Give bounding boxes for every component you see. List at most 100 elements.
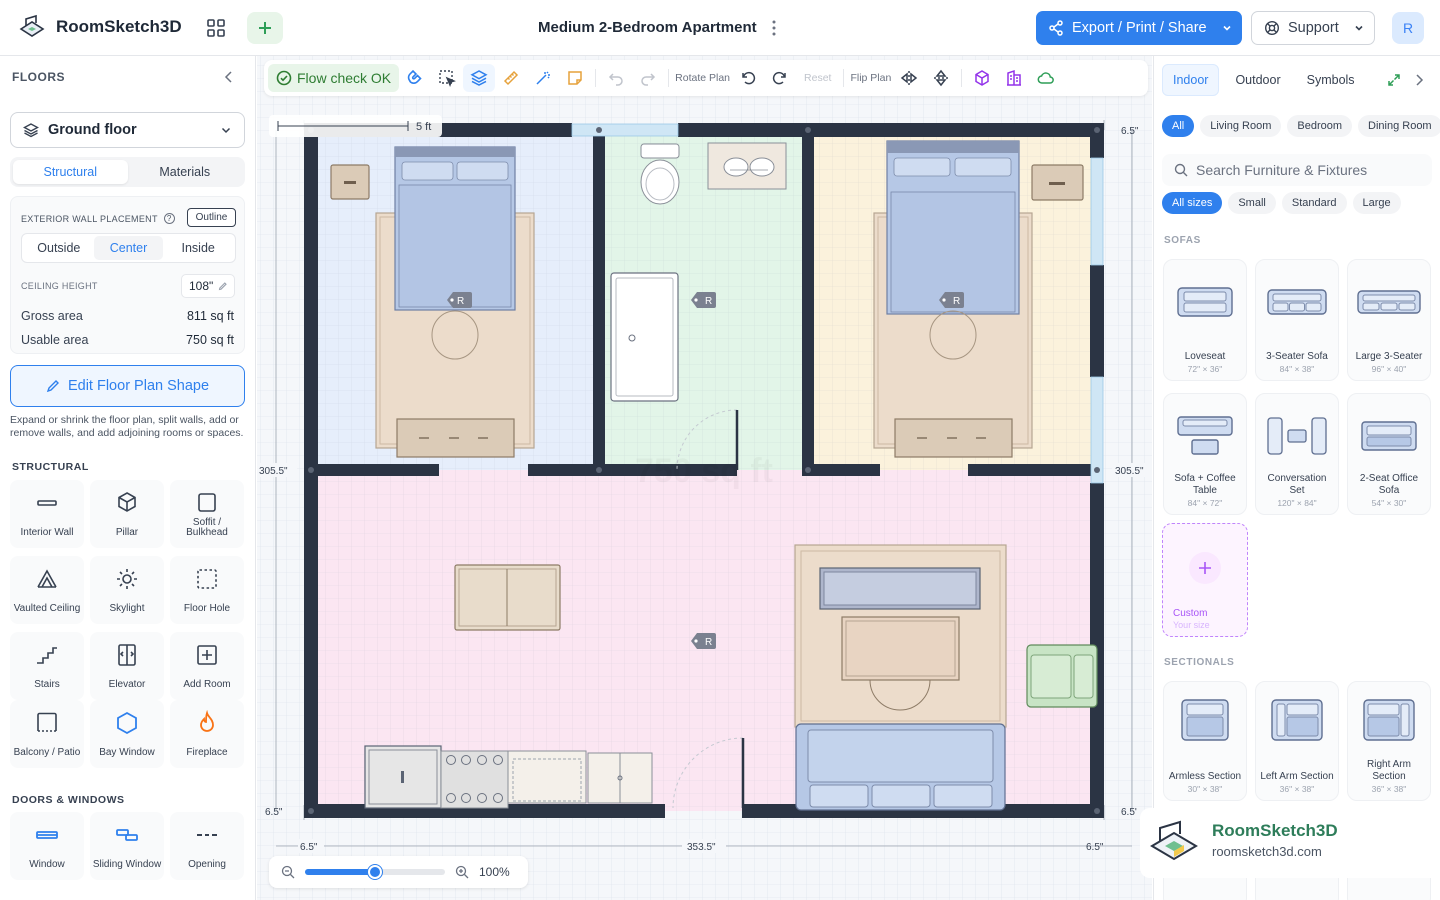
plan-title[interactable]: Medium 2-Bedroom Apartment (538, 19, 757, 36)
furniture-card[interactable]: Large 3-Seater 96" × 40" (1347, 259, 1431, 381)
magnet-snap-button[interactable] (399, 64, 431, 92)
chevron-left-icon[interactable] (222, 70, 236, 84)
furniture-card[interactable]: 3-Seater Sofa 84" × 38" (1255, 259, 1339, 381)
zoom-slider-handle[interactable] (368, 865, 382, 879)
new-plan-button[interactable] (247, 12, 283, 44)
furniture-search[interactable]: Search Furniture & Fixtures (1162, 154, 1432, 186)
tool-label: Sliding Window (92, 859, 162, 870)
tool-window[interactable]: Window (10, 812, 84, 880)
structural-heading: STRUCTURAL (12, 461, 89, 473)
building-button[interactable] (998, 64, 1030, 92)
kitchen-counter[interactable] (364, 745, 653, 809)
layers-button[interactable] (463, 64, 496, 92)
tab-materials[interactable]: Materials (128, 160, 243, 184)
chip-small[interactable]: Small (1228, 192, 1276, 214)
chip-dining-room[interactable]: Dining Room (1358, 115, 1440, 137)
support-button[interactable]: Support (1251, 11, 1375, 45)
tab-structural[interactable]: Structural (13, 160, 128, 184)
soffit-icon (198, 493, 216, 512)
dining-table[interactable] (454, 564, 561, 631)
chip-large[interactable]: Large (1352, 192, 1401, 214)
floor-plan-canvas[interactable]: 750 sq ft R R R R 5 ft 6.5" 305.5" 305.5… (257, 56, 1152, 900)
tool-fireplace[interactable]: Fireplace (170, 700, 244, 768)
green-chair[interactable] (1026, 644, 1098, 708)
ceiling-height-input[interactable]: 108" (181, 274, 235, 298)
plan-toolbar: Flow check OK Rotate Plan Reset Flip Pla… (264, 60, 1148, 96)
lifebuoy-icon (1264, 20, 1280, 36)
tool-floor-hole[interactable]: Floor Hole (170, 556, 244, 624)
tool-opening[interactable]: Opening (170, 812, 244, 880)
tool-stairs[interactable]: Stairs (10, 632, 84, 700)
dashboard-grid-icon[interactable] (206, 18, 226, 38)
flip-plan-label: Flip Plan (850, 72, 892, 84)
custom-size-card[interactable]: Custom Your size (1162, 523, 1248, 637)
chip-living-room[interactable]: Living Room (1200, 115, 1282, 137)
user-avatar[interactable]: R (1392, 12, 1424, 44)
furniture-card[interactable]: Conversation Set 120" × 84" (1255, 393, 1339, 515)
magic-wand-button[interactable] (527, 64, 559, 92)
furniture-card[interactable]: Left Arm Section 36" × 38" (1255, 681, 1339, 801)
chip-all[interactable]: All (1162, 115, 1195, 137)
redo-button[interactable] (632, 64, 664, 92)
support-label: Support (1288, 20, 1339, 36)
dim-left-bottom: 6.5" (265, 807, 283, 818)
tool-add-room[interactable]: Add Room (170, 632, 244, 700)
view-3d-button[interactable] (966, 64, 998, 92)
living-rug-set[interactable] (794, 544, 1007, 728)
toilet[interactable] (640, 143, 680, 205)
outline-button[interactable]: Outline (187, 208, 236, 227)
reset-button[interactable]: Reset (796, 72, 839, 84)
chip-standard[interactable]: Standard (1281, 192, 1347, 214)
furniture-card[interactable]: Loveseat 72" × 36" (1163, 259, 1247, 381)
floor-plan-drawing[interactable]: 750 sq ft R R R R 5 ft 6.5" 305.5" 305.5… (257, 56, 1152, 900)
tab-symbols[interactable]: Symbols (1297, 64, 1365, 96)
tool-bay-window[interactable]: Bay Window (90, 700, 164, 768)
edit-floor-shape-button[interactable]: Edit Floor Plan Shape (10, 365, 245, 407)
rotate-left-button[interactable] (732, 64, 764, 92)
floor-selector[interactable]: Ground floor (10, 112, 245, 148)
tab-outdoor[interactable]: Outdoor (1225, 64, 1290, 96)
furniture-card[interactable]: Armless Section 30" × 38" (1163, 681, 1247, 801)
flip-vertical-button[interactable] (925, 64, 957, 92)
select-area-button[interactable] (431, 64, 463, 92)
dim-left-mid: 305.5" (259, 466, 288, 477)
app-logo-icon[interactable] (18, 14, 46, 42)
chip-all-sizes[interactable]: All sizes (1162, 192, 1223, 214)
tool-label: Elevator (108, 679, 146, 690)
measure-button[interactable] (495, 64, 527, 92)
wall-placement-center[interactable]: Center (93, 236, 164, 260)
wall-placement-outside[interactable]: Outside (24, 236, 94, 260)
cloud-save-button[interactable] (1030, 64, 1062, 92)
tool-sliding-window[interactable]: Sliding Window (90, 812, 164, 880)
sofa-living[interactable] (795, 723, 1006, 811)
tool-elevator[interactable]: Elevator (90, 632, 164, 700)
undo-button[interactable] (600, 64, 632, 92)
tool-skylight[interactable]: Skylight (90, 556, 164, 624)
export-button[interactable]: Export / Print / Share (1036, 11, 1242, 45)
flow-check-badge[interactable]: Flow check OK (268, 64, 400, 92)
tab-indoor[interactable]: Indoor (1162, 64, 1220, 96)
floor-selected: Ground floor (48, 122, 137, 138)
tool-pillar[interactable]: Pillar (90, 480, 164, 548)
furniture-card[interactable]: Right Arm Section 36" × 38" (1347, 681, 1431, 801)
furniture-card[interactable]: 2-Seat Office Sofa 54" × 30" (1347, 393, 1431, 515)
tool-interior-wall[interactable]: Interior Wall (10, 480, 84, 548)
furniture-card[interactable]: Sofa + Coffee Table 84" × 72" (1163, 393, 1247, 515)
expand-icon[interactable] (1387, 73, 1401, 87)
chip-bedroom[interactable]: Bedroom (1287, 115, 1353, 137)
tool-soffit[interactable]: Soffit / Bulkhead (170, 480, 244, 548)
flip-horizontal-button[interactable] (893, 64, 925, 92)
help-icon[interactable]: ? (163, 213, 175, 224)
chevron-right-icon[interactable] (1413, 73, 1425, 87)
vanity[interactable] (707, 142, 787, 190)
tool-balcony[interactable]: Balcony / Patio (10, 700, 84, 768)
zoom-out-icon[interactable] (281, 865, 295, 879)
zoom-slider[interactable] (305, 865, 445, 879)
wall-placement-inside[interactable]: Inside (163, 236, 233, 260)
more-options-icon[interactable] (766, 19, 782, 37)
notes-button[interactable] (559, 64, 591, 92)
tool-vaulted-ceiling[interactable]: Vaulted Ceiling (10, 556, 84, 624)
rotate-right-button[interactable] (764, 64, 796, 92)
bathtub[interactable] (610, 272, 679, 402)
zoom-in-icon[interactable] (455, 865, 469, 879)
